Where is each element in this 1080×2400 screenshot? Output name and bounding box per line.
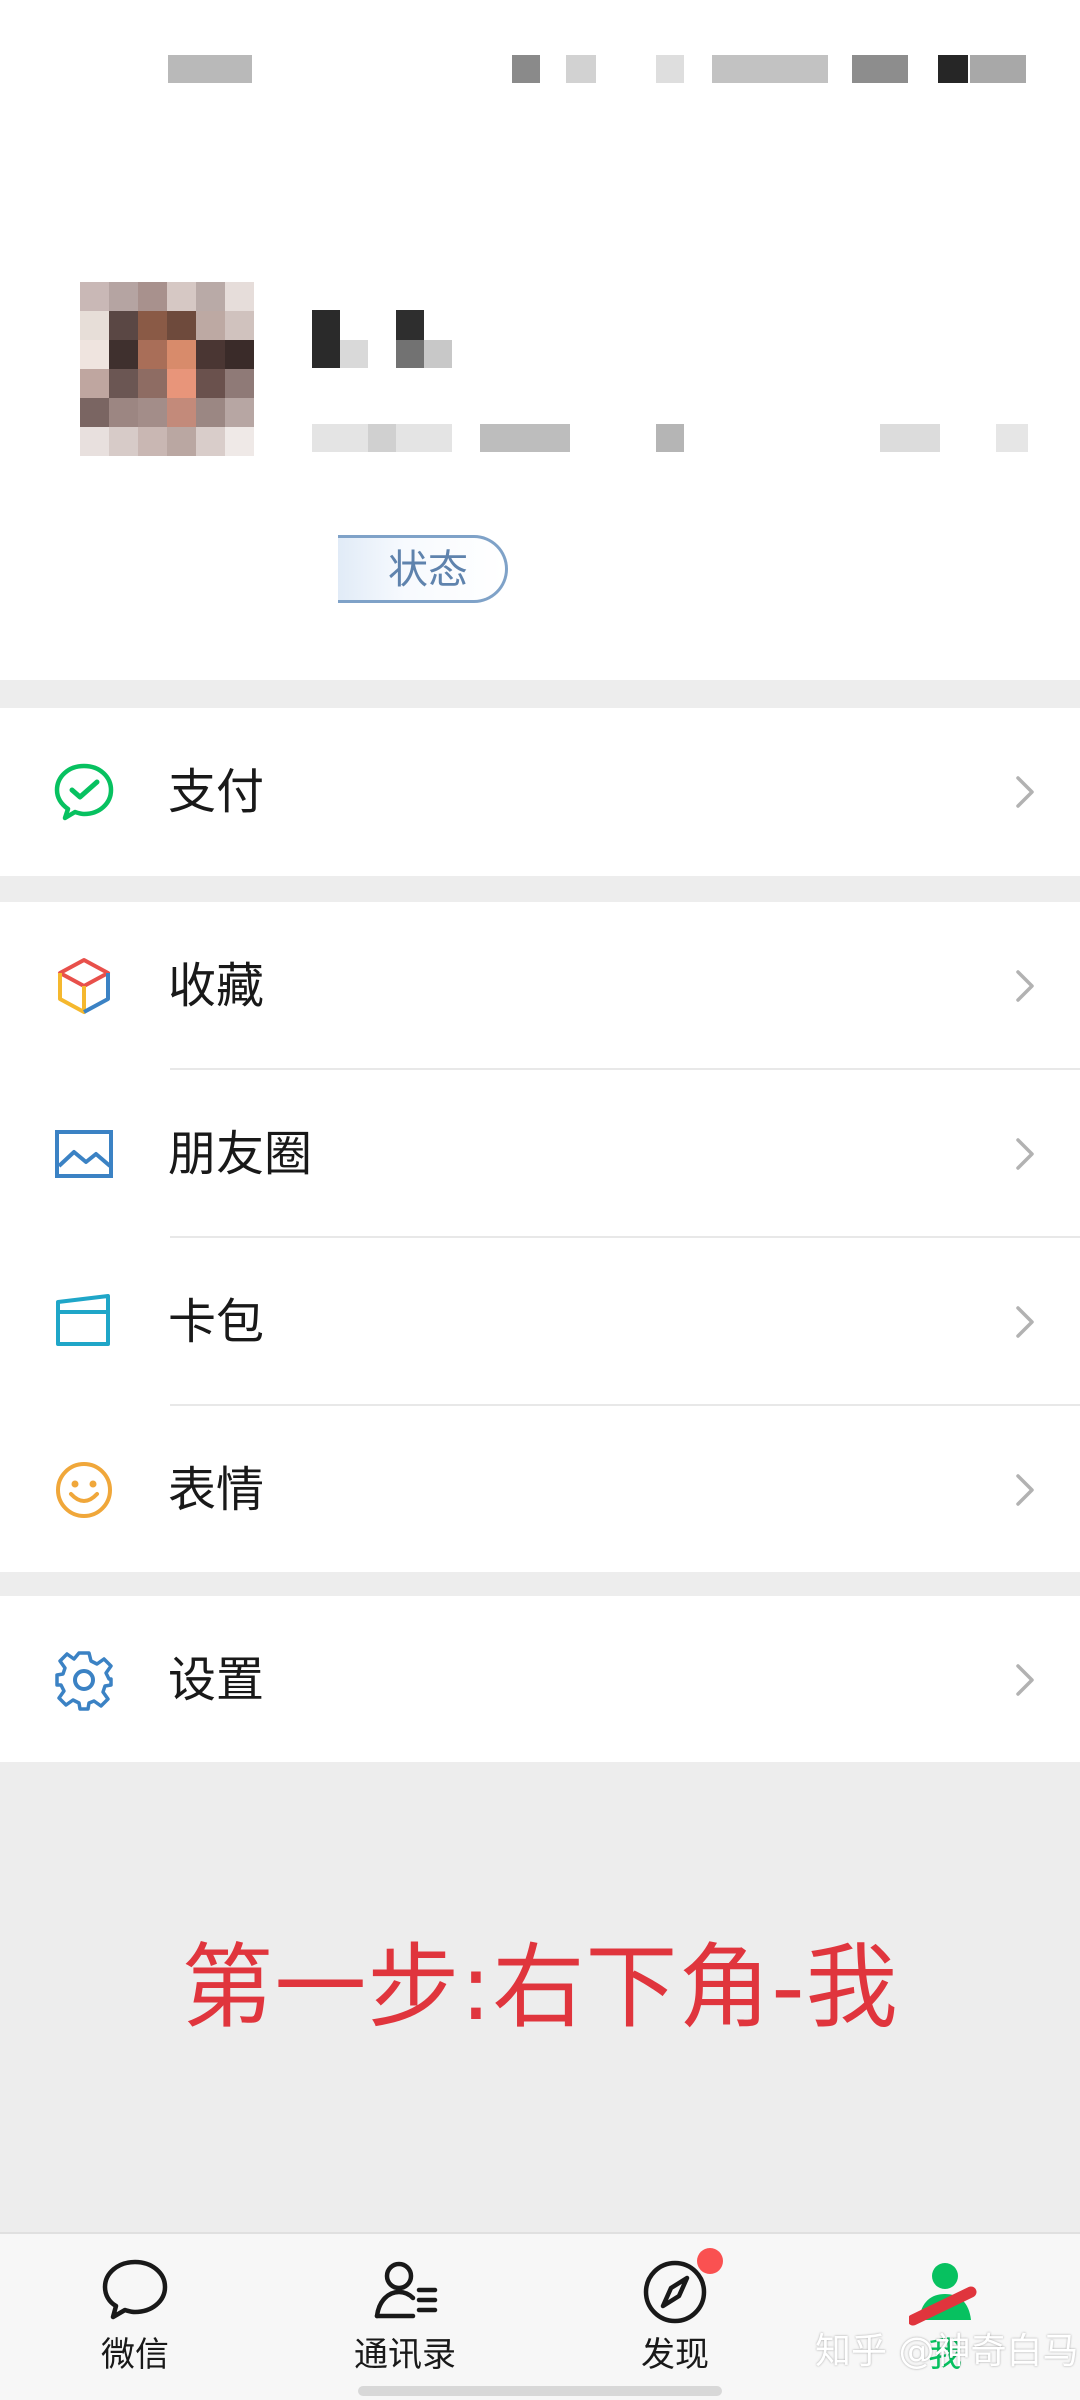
menu-group-pay: 支付 — [0, 708, 1080, 876]
avatar-pixel — [225, 398, 254, 427]
avatar-pixel — [167, 427, 196, 456]
avatar-pixel — [109, 282, 138, 311]
wechat-id-blurred — [480, 424, 570, 452]
status-icons-blurred — [938, 55, 968, 83]
avatar-pixel — [109, 340, 138, 369]
tab-label-discover: 发现 — [641, 2335, 709, 2375]
avatar-pixel — [138, 340, 167, 369]
menu-group-settings: 设置 — [0, 1596, 1080, 1764]
nickname-blurred — [340, 340, 368, 368]
avatar-pixel — [80, 369, 109, 398]
avatar-pixel — [225, 340, 254, 369]
nickname-blurred — [424, 340, 452, 368]
avatar-pixel — [225, 282, 254, 311]
avatar[interactable] — [80, 282, 254, 456]
avatar-pixel — [109, 311, 138, 340]
wechat-id-blurred — [996, 424, 1028, 452]
chevron-right-icon — [1002, 1468, 1046, 1512]
card-wallet-icon — [52, 1290, 116, 1354]
nickname-blurred — [312, 310, 340, 368]
avatar-pixel — [196, 282, 225, 311]
avatar-pixel — [109, 369, 138, 398]
chevron-right-icon — [1002, 1300, 1046, 1344]
avatar-pixel — [196, 311, 225, 340]
menu-group-main: 收藏 朋友圈 卡包 表情 — [0, 902, 1080, 1572]
avatar-pixel — [138, 311, 167, 340]
avatar-pixel — [196, 340, 225, 369]
watermark: 知乎 @神奇白马 — [815, 2331, 1079, 2372]
chevron-right-icon — [1002, 964, 1046, 1008]
avatar-pixel — [138, 427, 167, 456]
avatar-pixel — [80, 282, 109, 311]
annotation-text: 第一步:右下角-我 — [181, 1934, 899, 2041]
avatar-pixel — [138, 398, 167, 427]
menu-label-cards: 卡包 — [168, 1294, 265, 1350]
status-icons-blurred — [656, 55, 684, 83]
wechat-id-blurred — [368, 424, 396, 452]
status-icons-blurred — [852, 55, 908, 83]
menu-item-stickers[interactable]: 表情 — [0, 1406, 1080, 1574]
nickname-blurred — [396, 340, 424, 368]
gear-icon — [52, 1648, 116, 1712]
avatar-pixel — [196, 398, 225, 427]
favorites-cube-icon — [52, 954, 116, 1018]
avatar-pixel — [167, 398, 196, 427]
avatar-pixel — [225, 427, 254, 456]
wechat-id-blurred — [656, 424, 684, 452]
menu-label-stickers: 表情 — [168, 1462, 265, 1518]
status-icons-blurred — [566, 55, 596, 83]
menu-label-pay: 支付 — [168, 764, 265, 820]
avatar-pixel — [225, 311, 254, 340]
avatar-pixel — [196, 369, 225, 398]
tab-label-contacts: 通讯录 — [354, 2335, 456, 2375]
chevron-right-icon — [1002, 1132, 1046, 1176]
smiley-icon — [52, 1458, 116, 1522]
moments-image-icon — [52, 1122, 116, 1186]
me-person-icon — [907, 2254, 981, 2326]
menu-label-moments: 朋友圈 — [168, 1126, 313, 1182]
chevron-right-icon — [1002, 1658, 1046, 1702]
status-icons-blurred — [712, 55, 828, 83]
wechat-pay-icon — [52, 760, 116, 824]
menu-item-favorites[interactable]: 收藏 — [0, 902, 1080, 1070]
avatar-pixel — [167, 311, 196, 340]
avatar-pixel — [167, 340, 196, 369]
chevron-right-icon — [1002, 770, 1046, 814]
tab-chats[interactable]: 微信 — [35, 2234, 235, 2400]
menu-item-cards[interactable]: 卡包 — [0, 1238, 1080, 1406]
menu-item-settings[interactable]: 设置 — [0, 1596, 1080, 1764]
chat-bubble-icon — [99, 2254, 171, 2326]
menu-label-settings: 设置 — [168, 1652, 265, 1708]
menu-item-moments[interactable]: 朋友圈 — [0, 1070, 1080, 1238]
home-indicator — [358, 2386, 722, 2396]
avatar-pixel — [109, 427, 138, 456]
avatar-pixel — [109, 398, 138, 427]
tab-contacts[interactable]: 通讯录 — [305, 2234, 505, 2400]
menu-item-pay[interactable]: 支付 — [0, 708, 1080, 876]
avatar-pixel — [167, 369, 196, 398]
avatar-pixel — [167, 282, 196, 311]
status-icons-blurred — [970, 55, 1026, 83]
tab-label-chats: 微信 — [101, 2335, 169, 2375]
nickname-blurred — [396, 310, 424, 340]
status-icons-blurred — [512, 55, 540, 83]
discover-badge — [697, 2248, 723, 2274]
avatar-pixel — [225, 369, 254, 398]
status-label: 状态 — [388, 547, 468, 593]
wechat-id-blurred — [880, 424, 940, 452]
avatar-pixel — [80, 340, 109, 369]
avatar-pixel — [80, 311, 109, 340]
avatar-pixel — [138, 282, 167, 311]
status-bar — [0, 0, 1080, 130]
avatar-pixel — [138, 369, 167, 398]
contacts-icon — [369, 2254, 441, 2326]
menu-label-favorites: 收藏 — [168, 958, 265, 1014]
status-time-blurred — [168, 55, 252, 83]
profile-header[interactable]: 状态 — [0, 130, 1080, 680]
avatar-pixel — [80, 398, 109, 427]
tab-discover[interactable]: 发现 — [575, 2234, 775, 2400]
avatar-pixel — [196, 427, 225, 456]
avatar-pixel — [80, 427, 109, 456]
